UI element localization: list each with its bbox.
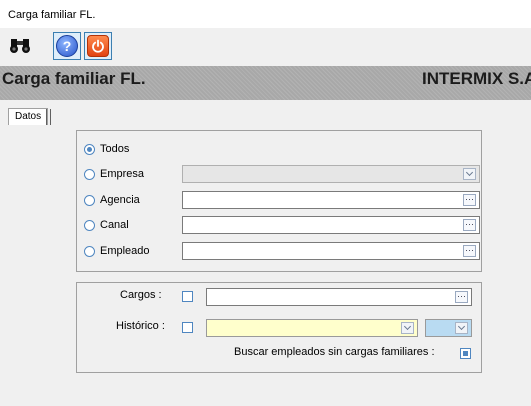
exit-button[interactable] [84, 32, 112, 60]
title-bar: Carga familiar FL. [0, 0, 531, 28]
historico-checkbox[interactable] [182, 322, 193, 333]
ellipsis-icon[interactable]: ··· [463, 219, 476, 231]
agencia-field[interactable]: ··· [182, 191, 480, 209]
buscar-label: Buscar empleados sin cargas familiares : [234, 346, 435, 358]
radio-label: Agencia [100, 194, 140, 206]
radio-agencia[interactable]: Agencia [84, 192, 140, 208]
radio-button[interactable] [84, 194, 95, 206]
chevron-down-icon[interactable] [401, 322, 414, 334]
radio-label: Empleado [100, 245, 150, 257]
empresa-select[interactable] [182, 165, 480, 183]
radio-empleado[interactable]: Empleado [84, 243, 150, 259]
page-title: Carga familiar FL. [2, 69, 146, 88]
cargos-field[interactable]: ··· [206, 288, 472, 306]
radio-button[interactable] [84, 168, 95, 180]
radio-empresa[interactable]: Empresa [84, 166, 144, 182]
cargos-label: Cargos : [120, 289, 162, 301]
power-icon [87, 35, 109, 57]
historico-label: Histórico : [116, 320, 165, 332]
buscar-checkbox[interactable] [460, 348, 471, 359]
empleado-field[interactable]: ··· [182, 242, 480, 260]
header-banner: Carga familiar FL. INTERMIX S.A [0, 66, 531, 100]
chevron-down-icon[interactable] [463, 168, 476, 180]
cargos-checkbox[interactable] [182, 291, 193, 302]
radio-canal[interactable]: Canal [84, 217, 129, 233]
help-icon: ? [56, 35, 78, 57]
ellipsis-icon[interactable]: ··· [455, 291, 468, 303]
help-button[interactable]: ? [53, 32, 81, 60]
window-title: Carga familiar FL. [8, 9, 96, 21]
ellipsis-icon[interactable]: ··· [463, 245, 476, 257]
binoculars-icon [9, 36, 31, 57]
toolbar: ? [0, 28, 531, 66]
canal-field[interactable]: ··· [182, 216, 480, 234]
ellipsis-icon[interactable]: ··· [463, 194, 476, 206]
tab-datos[interactable]: Datos [8, 108, 52, 125]
radio-button[interactable] [84, 219, 95, 231]
radio-label: Canal [100, 219, 129, 231]
company-name: INTERMIX S.A [422, 69, 531, 88]
radio-label: Todos [100, 143, 130, 155]
search-button[interactable] [6, 32, 34, 60]
historico-select[interactable] [206, 319, 418, 337]
historico-period-select[interactable] [425, 319, 472, 337]
radio-button[interactable] [84, 245, 95, 257]
radio-label: Empresa [100, 168, 145, 180]
radio-button[interactable] [84, 143, 95, 155]
chevron-down-icon[interactable] [455, 322, 468, 334]
radio-todos[interactable]: Todos [84, 141, 129, 157]
